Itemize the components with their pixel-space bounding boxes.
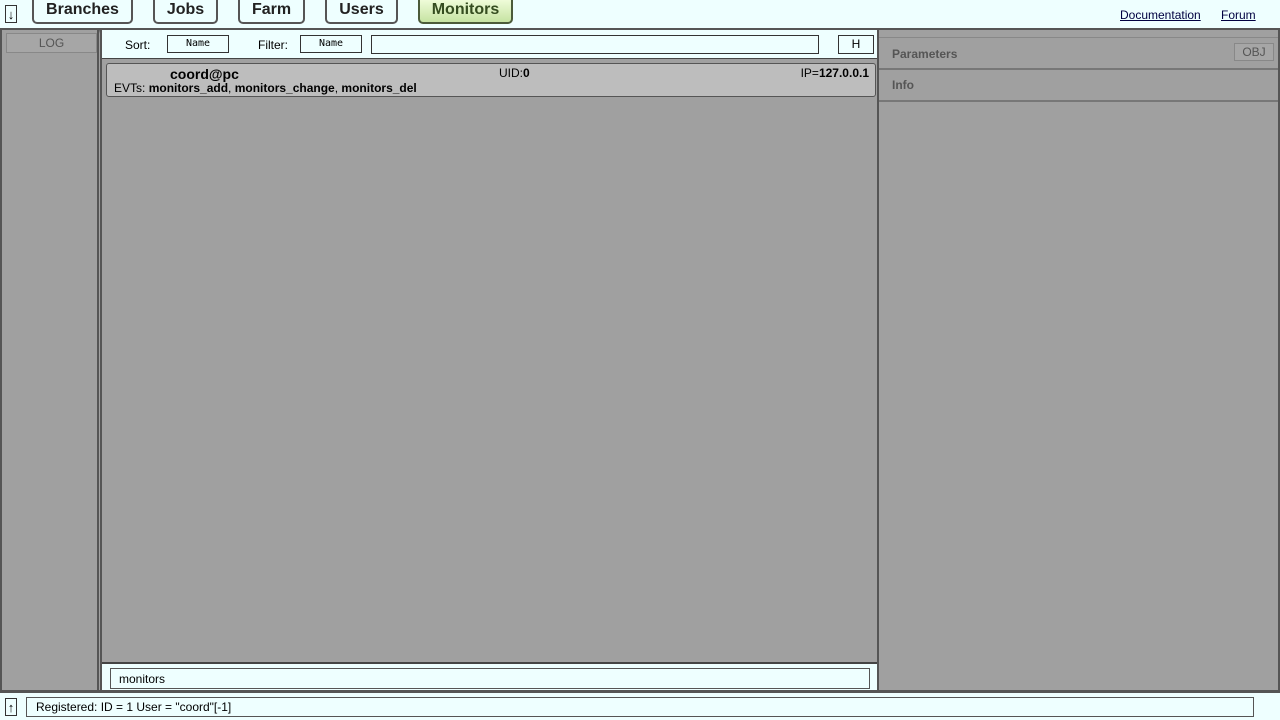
event-item: monitors_del: [341, 81, 417, 95]
top-bar: ↓ Branches Jobs Farm Users Monitors Docu…: [0, 0, 1280, 30]
log-button[interactable]: LOG: [6, 33, 97, 53]
monitor-ip: IP=127.0.0.1: [801, 66, 869, 80]
evts-label: EVTs:: [114, 81, 146, 95]
parameters-section[interactable]: Parameters OBJ: [879, 37, 1278, 70]
command-bar: [102, 662, 877, 692]
filter-label: Filter:: [258, 38, 288, 52]
parameters-title: Parameters: [892, 47, 958, 61]
collapse-top-arrow-icon[interactable]: ↓: [5, 5, 17, 23]
monitor-list-item[interactable]: coord@pc UID:0 IP=127.0.0.1 EVTs: monito…: [106, 63, 876, 97]
obj-button[interactable]: OBJ: [1234, 43, 1274, 61]
tab-monitors[interactable]: Monitors: [418, 0, 513, 24]
monitor-name: coord@pc: [170, 66, 239, 82]
tab-branches[interactable]: Branches: [32, 0, 133, 24]
tab-jobs[interactable]: Jobs: [153, 0, 218, 24]
tab-farm[interactable]: Farm: [238, 0, 305, 24]
command-input[interactable]: [110, 668, 870, 689]
uid-value: 0: [523, 66, 530, 80]
documentation-link[interactable]: Documentation: [1120, 8, 1201, 22]
monitor-events: EVTs: monitors_add, monitors_change, mon…: [114, 81, 417, 95]
status-bar: ↑ Registered: ID = 1 User = "coord"[-1]: [0, 690, 1280, 720]
event-item: monitors_add: [148, 81, 229, 95]
left-panel: LOG: [0, 30, 99, 690]
list-controls-bar: Sort: Name Filter: Name H: [102, 30, 877, 59]
expand-bottom-arrow-icon[interactable]: ↑: [5, 698, 17, 716]
monitor-uid: UID:0: [499, 66, 530, 80]
filter-field-selector[interactable]: Name: [300, 35, 362, 53]
sort-field-selector[interactable]: Name: [167, 35, 229, 53]
sort-label: Sort:: [125, 38, 151, 52]
info-section[interactable]: Info: [879, 70, 1278, 102]
forum-link[interactable]: Forum: [1221, 8, 1256, 22]
filter-input[interactable]: [371, 35, 819, 54]
h-button[interactable]: H: [838, 35, 874, 54]
right-panel: Parameters OBJ Info: [879, 30, 1280, 690]
ip-value: 127.0.0.1: [818, 66, 869, 80]
monitors-list-panel: Sort: Name Filter: Name H coord@pc UID:0…: [100, 30, 879, 692]
status-message: Registered: ID = 1 User = "coord"[-1]: [26, 697, 1254, 717]
event-item: monitors_change: [234, 81, 335, 95]
ip-label: IP=: [800, 66, 819, 80]
info-title: Info: [892, 78, 914, 92]
tab-users[interactable]: Users: [325, 0, 398, 24]
uid-label: UID:: [499, 66, 523, 80]
